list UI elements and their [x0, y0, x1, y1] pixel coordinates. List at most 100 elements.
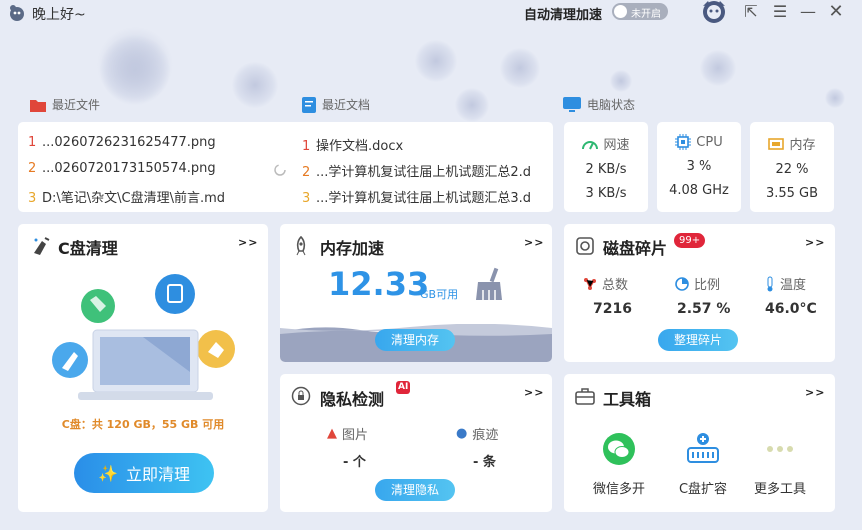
- c-expand-tool[interactable]: C盘扩容: [667, 432, 739, 497]
- picture-label-text: 图片: [342, 428, 369, 443]
- memory-usage: 22 %: [775, 162, 809, 177]
- thermometer-icon: [767, 276, 773, 291]
- memory-icon: [768, 137, 785, 150]
- broom-icon: [476, 267, 502, 300]
- clean-memory-button[interactable]: 清理内存: [375, 329, 455, 351]
- decor-bubble: [415, 40, 457, 82]
- pc-status-title: 电脑状态: [587, 98, 636, 112]
- globe-icon: ●: [456, 426, 468, 441]
- defrag-ratio-value: 2.57 %: [677, 301, 731, 317]
- tool-label: 微信多开: [592, 482, 645, 497]
- temp-label-text: 温度: [780, 278, 807, 293]
- loading-spinner-icon: [274, 164, 286, 176]
- item-number: 2: [302, 165, 311, 180]
- document-icon: [302, 96, 316, 113]
- laptop-illustration: [52, 274, 235, 400]
- network-status[interactable]: 网速 2 KB/s 3 KB/s: [564, 122, 648, 212]
- privacy-picture-label: ▲ 图片: [327, 424, 368, 443]
- lock-icon: [291, 386, 311, 406]
- doc-name: 操作文档.docx: [316, 139, 404, 154]
- defrag-total-value: 7216: [593, 301, 632, 317]
- recent-doc-item[interactable]: 2 ...学计算机复试往届上机试题汇总2.d: [302, 161, 531, 180]
- pc-status-header: 电脑状态: [563, 96, 635, 113]
- network-down: 3 KB/s: [585, 186, 627, 201]
- tool-label: 更多工具: [753, 482, 806, 497]
- item-number: 2: [28, 161, 37, 176]
- speedometer-icon: [582, 140, 599, 149]
- memory-boost-title: 内存加速: [320, 239, 385, 258]
- defrag-temp-value: 46.0°C: [765, 301, 817, 317]
- privacy-more-link[interactable]: >>: [524, 386, 544, 399]
- decor-bubble: [825, 88, 845, 108]
- c-clean-more-link[interactable]: >>: [238, 236, 258, 249]
- menu-icon[interactable]: ☰: [771, 3, 789, 21]
- more-dots-icon: [767, 446, 793, 452]
- decor-bubble: [232, 62, 278, 108]
- recent-files-header: 最近文件: [30, 96, 100, 113]
- auto-clean-label: 自动清理加速: [524, 8, 603, 23]
- doc-name: ...学计算机复试往届上机试题汇总2.d: [316, 165, 532, 180]
- wechat-multi-tool[interactable]: 微信多开: [583, 432, 655, 497]
- decor-bubble: [610, 70, 632, 92]
- user-avatar[interactable]: [700, 0, 728, 24]
- disk-icon: [576, 237, 594, 255]
- toolbox-more-link[interactable]: >>: [805, 386, 825, 399]
- defrag-title: 磁盘碎片: [603, 239, 668, 258]
- item-number: 3: [302, 191, 311, 206]
- close-icon[interactable]: ✕: [827, 3, 845, 21]
- app-logo-icon: [10, 5, 24, 21]
- defrag-temp-label: 温度: [765, 274, 806, 293]
- monitor-icon: [563, 96, 581, 112]
- defrag-total-label: 总数: [583, 274, 628, 293]
- recent-docs-title: 最近文档: [322, 98, 371, 112]
- wechat-icon: [603, 433, 635, 465]
- auto-clean-toggle[interactable]: 未开启: [612, 3, 668, 20]
- network-up: 2 KB/s: [585, 162, 627, 177]
- memory-status[interactable]: 内存 22 % 3.55 GB: [750, 122, 834, 212]
- defrag-more-link[interactable]: >>: [805, 236, 825, 249]
- memory-available-value: 12.33: [328, 265, 430, 303]
- file-name: D:\笔记\杂文\C盘清理\前言.md: [42, 191, 226, 206]
- broom-icon: [34, 237, 50, 255]
- recent-doc-item[interactable]: 1 操作文档.docx: [302, 135, 403, 154]
- decor-bubble: [500, 48, 540, 88]
- toggle-knob: [614, 5, 627, 18]
- clean-now-label: 立即清理: [125, 465, 190, 484]
- item-number: 3: [28, 191, 37, 206]
- file-name: ...0260726231625477.png: [42, 135, 216, 150]
- privacy-trace-label: ● 痕迹: [456, 424, 498, 443]
- disk-expand-icon: [687, 433, 719, 463]
- cpu-icon: [675, 134, 692, 150]
- privacy-title: 隐私检测: [320, 390, 385, 409]
- greeting-text: 晚上好~: [32, 7, 86, 23]
- recent-file-item[interactable]: 3 D:\笔记\杂文\C盘清理\前言.md: [28, 187, 225, 206]
- decor-bubble: [700, 50, 736, 86]
- defrag-button[interactable]: 整理碎片: [658, 329, 738, 351]
- item-number: 1: [28, 135, 37, 150]
- recent-docs-header: 最近文档: [302, 96, 370, 113]
- sparkle-icon: ✨: [98, 463, 118, 483]
- disk-info-text: C盘：共 120 GB，55 GB 可用: [61, 418, 225, 431]
- clean-now-button[interactable]: ✨ 立即清理: [74, 453, 214, 493]
- rocket-icon: [296, 236, 306, 256]
- share-icon[interactable]: ⇱: [742, 3, 760, 21]
- decor-bubble: [455, 88, 489, 122]
- defrag-ratio-label: 比例: [675, 274, 720, 293]
- cpu-status[interactable]: CPU 3 % 4.08 GHz: [657, 122, 741, 212]
- minimize-icon[interactable]: —: [799, 3, 817, 21]
- more-tools[interactable]: 更多工具: [744, 432, 816, 497]
- memory-label: 内存: [789, 138, 816, 153]
- recent-files-title: 最近文件: [52, 98, 101, 112]
- recent-file-item[interactable]: 1 ...0260726231625477.png: [28, 135, 216, 150]
- total-label-text: 总数: [602, 278, 629, 293]
- item-number: 1: [302, 139, 311, 154]
- folder-icon: [30, 99, 46, 112]
- title-bar: 晚上好~ 自动清理加速 未开启 ⇱ ☰ — ✕: [0, 0, 862, 26]
- recent-file-item[interactable]: 2 ...0260720173150574.png: [28, 161, 216, 176]
- privacy-picture-value: - 个: [343, 455, 366, 470]
- file-name: ...0260720173150574.png: [42, 161, 216, 176]
- memory-boost-more-link[interactable]: >>: [524, 236, 544, 249]
- c-clean-title: C盘清理: [58, 239, 118, 258]
- clean-privacy-button[interactable]: 清理隐私: [375, 479, 455, 501]
- recent-doc-item[interactable]: 3 ...学计算机复试往届上机试题汇总3.d: [302, 187, 531, 206]
